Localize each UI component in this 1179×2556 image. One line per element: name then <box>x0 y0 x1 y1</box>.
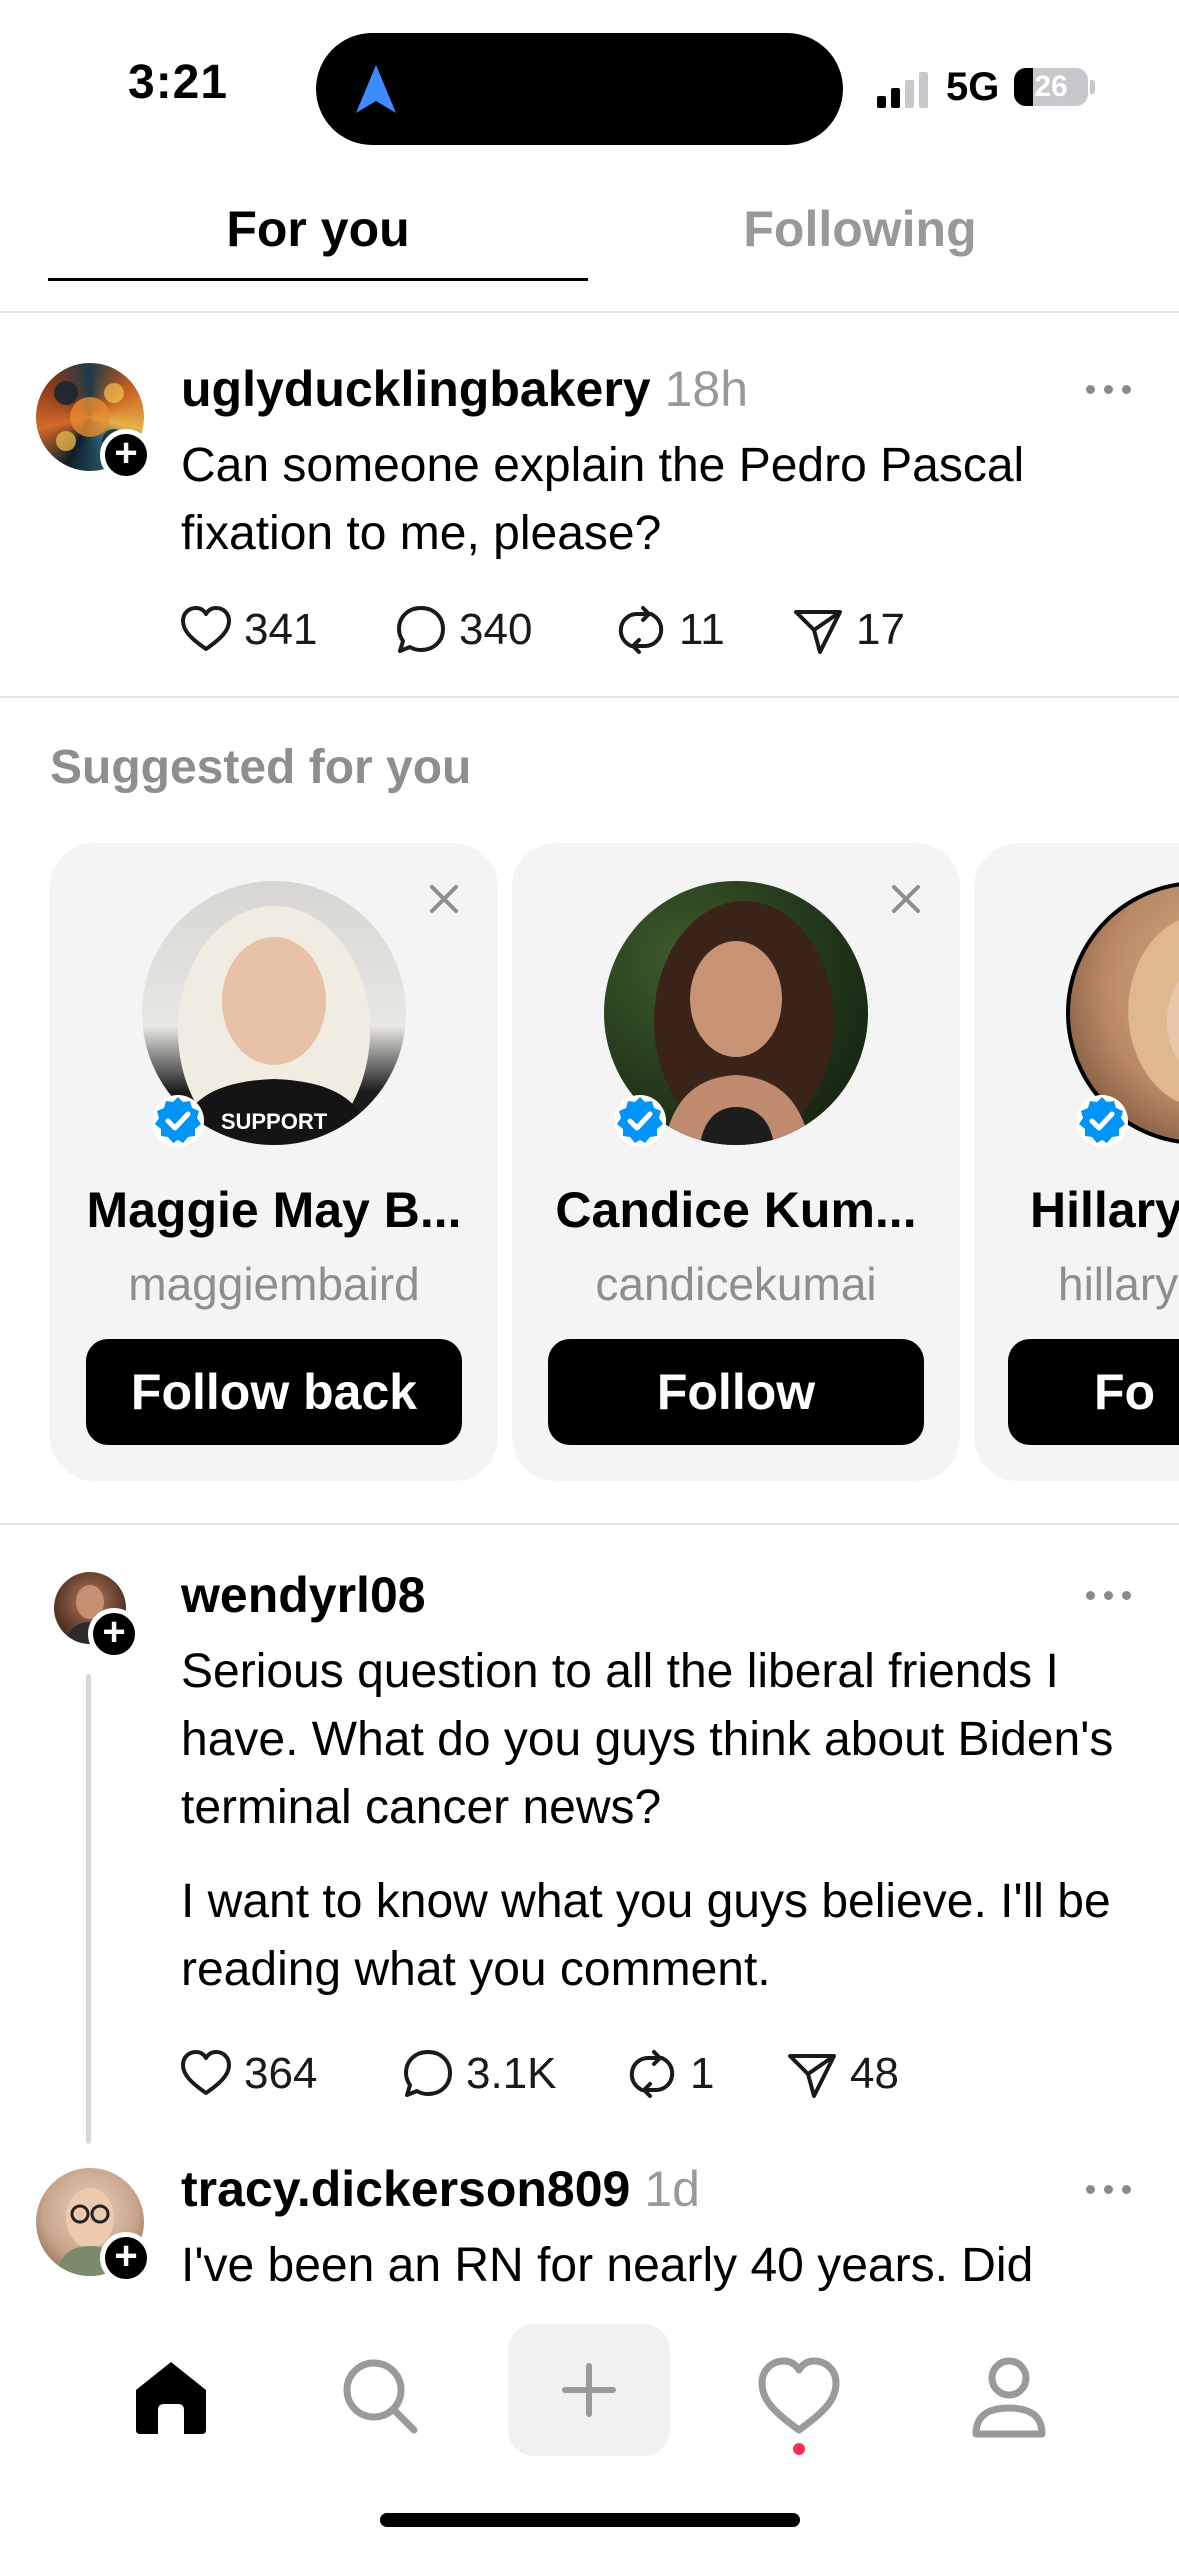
follow-plus-button[interactable]: + <box>88 1608 140 1660</box>
battery-level: 26 <box>1034 70 1068 103</box>
comment-icon <box>404 2050 452 2097</box>
post-body: Can someone explain the Pedro Pascal fix… <box>181 432 1141 568</box>
post[interactable]: + wendyrl08 Serious question to all the … <box>0 1566 1179 2144</box>
verified-badge-icon <box>152 1095 204 1147</box>
feed-tabs: For you Following <box>0 180 1179 313</box>
repost-count: 1 <box>690 2049 715 2098</box>
share-count: 48 <box>850 2049 899 2098</box>
close-icon[interactable] <box>424 879 464 919</box>
svg-text:SUPPORT: SUPPORT <box>221 1109 328 1134</box>
like-button[interactable]: 364 <box>178 2044 317 2104</box>
network-type: 5G <box>946 65 1000 109</box>
follow-back-button[interactable]: Follow back <box>86 1339 462 1445</box>
thread-line <box>86 1674 91 2144</box>
suggested-card[interactable]: Hillary hillary Fo <box>974 843 1179 1481</box>
more-options-icon[interactable] <box>1086 379 1134 399</box>
share-button[interactable]: 48 <box>784 2044 899 2104</box>
home-indicator <box>380 2513 800 2527</box>
divider <box>0 696 1179 698</box>
create-button[interactable] <box>508 2324 670 2456</box>
reply-button[interactable]: 3.1K <box>400 2044 557 2104</box>
status-time: 3:21 <box>128 56 229 109</box>
reply-button[interactable]: 340 <box>393 600 532 660</box>
post-username[interactable]: wendyrl08 <box>181 1566 426 1624</box>
more-options-icon[interactable] <box>1086 1585 1134 1605</box>
verified-badge-icon <box>614 1095 666 1147</box>
repost-button[interactable]: 1 <box>624 2044 714 2104</box>
post-actions: 341 340 11 17 <box>178 600 1078 660</box>
cellular-signal-icon <box>877 72 928 108</box>
suggested-name[interactable]: Candice Kum... <box>512 1181 960 1239</box>
home-icon[interactable] <box>126 2350 216 2440</box>
like-count: 341 <box>244 605 318 654</box>
like-count: 364 <box>244 2049 318 2098</box>
divider <box>0 1523 1179 1525</box>
activity-heart-icon[interactable] <box>754 2350 844 2440</box>
post-username[interactable]: uglyducklingbakery 18h <box>181 360 748 418</box>
reply-count: 3.1K <box>466 2049 557 2098</box>
tabs-divider <box>0 311 1179 313</box>
profile-icon[interactable] <box>964 2350 1054 2440</box>
reply-count: 340 <box>459 605 533 654</box>
follow-button[interactable]: Follow <box>548 1339 924 1445</box>
comment-icon <box>397 606 445 653</box>
close-icon[interactable] <box>886 879 926 919</box>
dynamic-island <box>316 33 843 145</box>
repost-button[interactable]: 11 <box>613 600 725 660</box>
suggested-card[interactable]: SUPPORT Maggie May B... maggiembaird Fol… <box>50 843 498 1481</box>
plus-icon <box>562 2363 616 2417</box>
suggested-handle: candicekumai <box>595 1258 877 1310</box>
tab-for-you[interactable]: For you <box>48 200 588 258</box>
post[interactable]: + tracy.dickerson809 1d I've been an RN f… <box>0 2160 1179 2300</box>
send-icon <box>788 2054 836 2098</box>
suggested-handle: maggiembaird <box>128 1258 420 1310</box>
battery-icon: 26 <box>1014 68 1088 106</box>
notification-dot <box>793 2443 805 2455</box>
post[interactable]: + uglyducklingbakery 18h Can someone expl… <box>0 360 1179 700</box>
post-paragraph: Serious question to all the liberal frie… <box>181 1645 1114 1834</box>
follow-button[interactable]: Fo <box>1008 1339 1179 1445</box>
share-count: 17 <box>856 605 905 654</box>
suggested-name[interactable]: Hillary <box>1030 1181 1179 1239</box>
search-icon[interactable] <box>334 2350 424 2440</box>
status-bar: 3:21 5G 26 <box>0 0 1179 165</box>
suggested-handle: hillary <box>1058 1258 1179 1310</box>
heart-icon <box>181 2050 231 2095</box>
verified-badge-icon <box>1076 1095 1128 1147</box>
post-paragraph: Can someone explain the Pedro Pascal fix… <box>181 439 1025 560</box>
post-actions: 364 3.1K 1 48 <box>178 2044 1078 2104</box>
post-body: I've been an RN for nearly 40 years. Did <box>181 2232 1141 2300</box>
post-paragraph: I want to know what you guys believe. I'… <box>181 1875 1111 1996</box>
repost-count: 11 <box>679 605 725 654</box>
share-button[interactable]: 17 <box>790 600 905 660</box>
suggested-title: Suggested for you <box>50 741 472 794</box>
heart-icon <box>181 606 231 651</box>
suggested-card[interactable]: Candice Kum... candicekumai Follow <box>512 843 960 1481</box>
post-time: 18h <box>664 361 749 417</box>
send-icon <box>794 610 842 654</box>
repost-icon <box>629 2050 675 2098</box>
more-options-icon[interactable] <box>1086 2179 1134 2199</box>
post-username[interactable]: tracy.dickerson809 1d <box>181 2160 700 2218</box>
active-tab-indicator <box>48 278 588 281</box>
like-button[interactable]: 341 <box>178 600 317 660</box>
repost-icon <box>618 606 664 654</box>
post-body: Serious question to all the liberal frie… <box>181 1638 1141 2004</box>
post-paragraph: I've been an RN for nearly 40 years. Did <box>181 2239 1034 2292</box>
suggested-name[interactable]: Maggie May B... <box>50 1181 498 1239</box>
follow-plus-button[interactable]: + <box>100 429 152 481</box>
follow-plus-button[interactable]: + <box>100 2232 152 2284</box>
navigation-arrow-icon <box>356 65 396 113</box>
tab-following[interactable]: Following <box>590 200 1130 258</box>
post-time: 1d <box>644 2161 700 2217</box>
